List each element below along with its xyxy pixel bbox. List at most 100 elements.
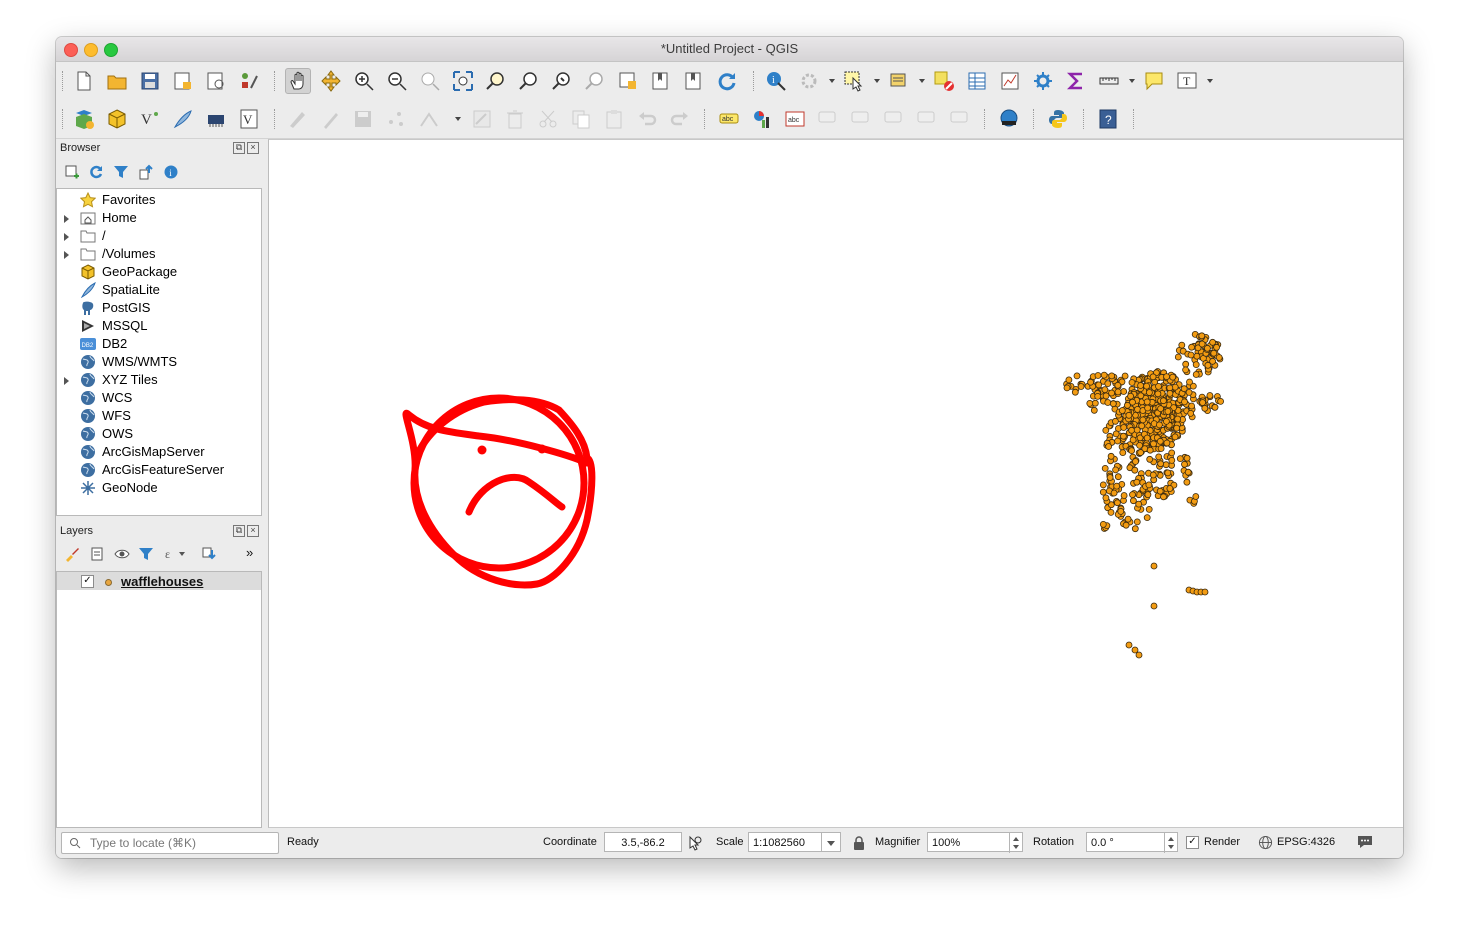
cut-features-scissors-icon[interactable]	[536, 107, 560, 131]
measure-dropdown[interactable]	[1129, 79, 1135, 83]
close-panel-icon[interactable]: ×	[247, 142, 259, 154]
expand-all-icon[interactable]	[201, 546, 217, 562]
browser-item[interactable]: GeoNode	[57, 479, 257, 497]
toolbar-grip[interactable]	[62, 71, 65, 91]
add-group-icon[interactable]	[89, 546, 105, 562]
show-hide-labels-icon[interactable]	[849, 107, 873, 131]
close-panel-icon[interactable]: ×	[247, 525, 259, 537]
coordinate-field[interactable]: 3.5,-86.2	[604, 832, 682, 852]
more-tools-icon[interactable]: »	[246, 545, 253, 560]
magnifier-spinbox[interactable]: 100%	[927, 832, 1023, 853]
browser-item[interactable]: Home	[57, 209, 257, 227]
zoom-last-icon[interactable]	[550, 69, 574, 93]
toggle-editing-pencil-icon[interactable]	[318, 107, 342, 131]
deselect-all-icon[interactable]	[932, 69, 956, 93]
browser-item[interactable]: SpatiaLite	[57, 281, 257, 299]
browser-item[interactable]: ArcGisFeatureServer	[57, 461, 257, 479]
layers-tree[interactable]: ✓ wafflehouses	[56, 571, 262, 828]
toolbar-grip[interactable]	[62, 109, 65, 129]
vertex-tool-icon[interactable]	[417, 107, 441, 131]
identify-features-icon[interactable]: i	[764, 69, 788, 93]
layer-visibility-checkbox[interactable]: ✓	[81, 575, 94, 588]
locator-search-input[interactable]: Type to locate (⌘K)	[61, 832, 279, 854]
measure-ruler-icon[interactable]	[1097, 69, 1121, 93]
browser-item[interactable]: /Volumes	[57, 245, 257, 263]
lock-scale-icon[interactable]	[853, 836, 865, 850]
crs-button[interactable]: EPSG:4326	[1277, 836, 1335, 848]
undo-icon[interactable]	[635, 107, 659, 131]
toggle-extents-mouse-icon[interactable]	[687, 835, 703, 851]
render-checkbox[interactable]: ✓	[1186, 836, 1199, 849]
browser-item[interactable]: WFS	[57, 407, 257, 425]
info-icon[interactable]: i	[163, 164, 179, 180]
feature-action-dropdown[interactable]	[829, 79, 835, 83]
collapse-all-icon[interactable]	[138, 164, 154, 180]
map-tips-icon[interactable]	[1142, 69, 1166, 93]
zoom-next-icon[interactable]	[583, 69, 607, 93]
layout-manager-icon[interactable]	[204, 69, 228, 93]
map-canvas[interactable]	[268, 139, 1403, 828]
text-annotation-icon[interactable]: T	[1175, 69, 1199, 93]
toolbox-gear-icon[interactable]	[1031, 69, 1055, 93]
pan-to-selection-icon[interactable]	[319, 69, 343, 93]
toolbar-grip[interactable]	[1083, 109, 1086, 129]
browser-item[interactable]: GeoPackage	[57, 263, 257, 281]
filter-icon[interactable]	[113, 164, 129, 180]
annotation-dropdown[interactable]	[1207, 79, 1213, 83]
statistics-panel-icon[interactable]	[998, 69, 1022, 93]
add-selected-layers-icon[interactable]	[64, 164, 80, 180]
expand-arrow-icon[interactable]	[64, 233, 69, 241]
zoom-native-resolution-icon[interactable]	[418, 69, 442, 93]
move-label-icon[interactable]	[882, 107, 906, 131]
help-contents-icon[interactable]: ?	[1096, 107, 1120, 131]
select-by-value-dropdown[interactable]	[919, 79, 925, 83]
toolbar-grip[interactable]	[753, 71, 756, 91]
scale-combobox[interactable]: 1:1082560	[748, 832, 841, 852]
layer-diagram-options-icon[interactable]	[750, 107, 774, 131]
browser-item[interactable]: /	[57, 227, 257, 245]
filter-by-expression-icon[interactable]: ε	[164, 546, 186, 562]
zoom-full-icon[interactable]	[451, 69, 475, 93]
new-spatialite-layer-icon[interactable]	[171, 107, 195, 131]
toolbar-grip[interactable]	[984, 109, 987, 129]
new-memory-layer-icon[interactable]	[204, 107, 228, 131]
new-shapefile-layer-icon[interactable]: V	[138, 107, 162, 131]
save-layer-edits-icon[interactable]	[351, 107, 375, 131]
python-console-icon[interactable]	[1046, 107, 1070, 131]
zoom-to-layer-icon[interactable]	[517, 69, 541, 93]
rotate-label-icon[interactable]	[915, 107, 939, 131]
change-label-icon[interactable]	[948, 107, 972, 131]
redo-icon[interactable]	[668, 107, 692, 131]
sum-sigma-icon[interactable]	[1064, 69, 1088, 93]
browser-item[interactable]: WMS/WMTS	[57, 353, 257, 371]
browser-item[interactable]: XYZ Tiles	[57, 371, 257, 389]
layer-labeling-options-icon[interactable]: abc	[717, 107, 741, 131]
toolbar-grip[interactable]	[274, 109, 277, 129]
new-virtual-layer-icon[interactable]: V	[237, 107, 261, 131]
metasearch-globe-icon[interactable]	[997, 107, 1021, 131]
pin-labels-icon[interactable]	[816, 107, 840, 131]
expand-arrow-icon[interactable]	[64, 215, 69, 223]
highlight-pinned-labels-icon[interactable]: abc	[783, 107, 807, 131]
attribute-table-icon[interactable]	[965, 69, 989, 93]
select-features-dropdown[interactable]	[874, 79, 880, 83]
show-bookmarks-icon[interactable]	[682, 69, 706, 93]
toolbar-grip[interactable]	[1033, 109, 1036, 129]
new-project-icon[interactable]	[72, 69, 96, 93]
expand-arrow-icon[interactable]	[64, 251, 69, 259]
rotation-spinbox[interactable]: 0.0 °	[1086, 832, 1178, 853]
pan-map-hand-icon[interactable]	[285, 68, 311, 94]
refresh-icon[interactable]	[715, 69, 739, 93]
float-panel-icon[interactable]: ⧉	[233, 142, 245, 154]
browser-item[interactable]: ArcGisMapServer	[57, 443, 257, 461]
messages-icon[interactable]	[1356, 834, 1374, 850]
browser-tree[interactable]: Favorites Home / /Volumes GeoPackage SpatiaLi…	[56, 188, 262, 516]
magnifier-stepper[interactable]	[1009, 833, 1022, 853]
open-project-icon[interactable]	[105, 69, 129, 93]
modify-attributes-icon[interactable]	[470, 107, 494, 131]
current-edits-icon[interactable]	[285, 107, 309, 131]
style-brush-icon[interactable]	[64, 546, 80, 562]
new-print-layout-icon[interactable]	[171, 69, 195, 93]
select-features-icon[interactable]	[842, 69, 866, 93]
manage-visibility-eye-icon[interactable]	[114, 546, 130, 562]
